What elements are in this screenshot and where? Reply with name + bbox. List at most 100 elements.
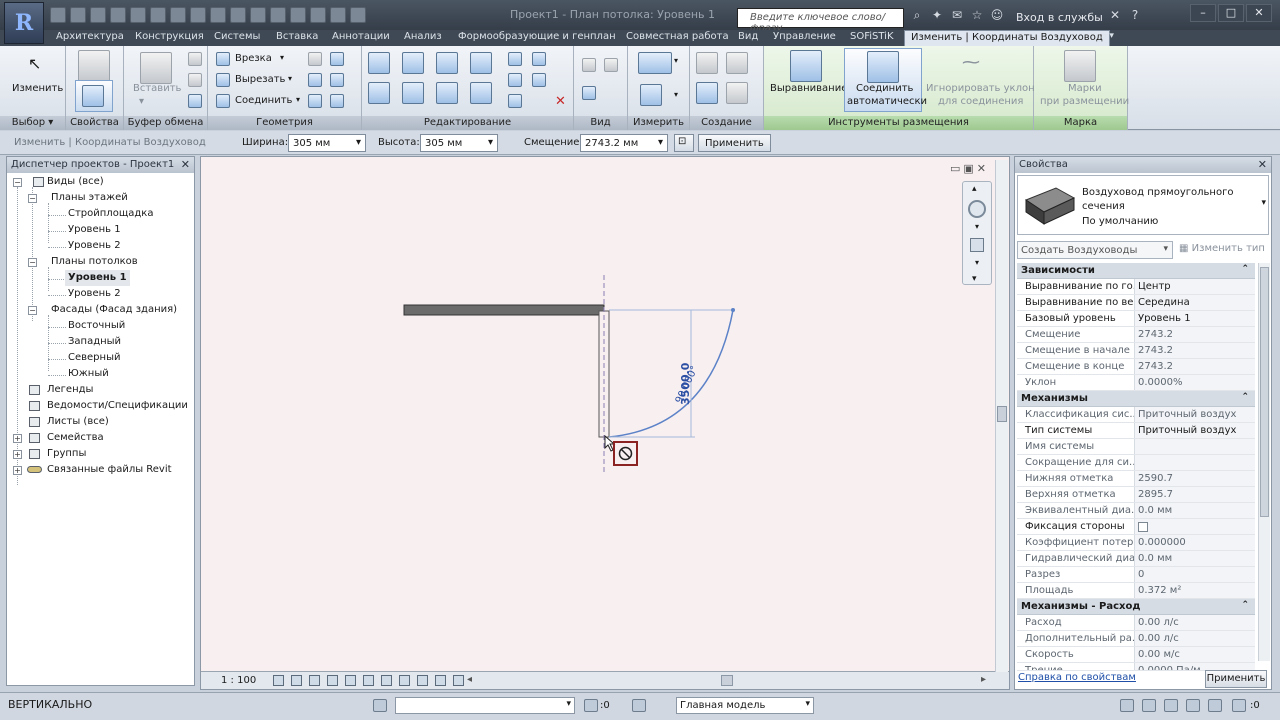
group-constraints[interactable]: Зависимости ⌃ <box>1017 263 1255 279</box>
measure-dropdown-icon[interactable]: ▾ <box>674 56 678 65</box>
measure-distance-icon[interactable] <box>638 52 672 74</box>
join-button[interactable]: Соединить <box>235 95 292 106</box>
type-selector[interactable]: Воздуховод прямоугольного сечения По умо… <box>1017 175 1269 235</box>
user-icon[interactable]: ☺ <box>990 8 1004 22</box>
properties-help-link[interactable]: Справка по свойствам <box>1018 672 1136 683</box>
shadows-icon[interactable] <box>327 675 338 686</box>
tab-collaborate[interactable]: Совместная работа <box>626 31 729 42</box>
create-assembly-icon[interactable] <box>696 52 718 74</box>
autoconnect-button[interactable]: Соединить автоматически <box>844 48 927 112</box>
navbar-down-icon[interactable]: ▾ <box>972 274 977 284</box>
copy-icon[interactable] <box>188 73 202 87</box>
tree-item-east[interactable]: Восточный <box>68 318 125 334</box>
create-similar-icon[interactable] <box>726 82 748 104</box>
tree-item-views[interactable]: Виды (все) <box>47 174 104 190</box>
hscroll-left-icon[interactable]: ◂ <box>467 674 472 685</box>
paste-icon[interactable] <box>140 52 172 84</box>
close-icon[interactable]: ✕ <box>1258 158 1267 171</box>
tree-expander[interactable]: − <box>13 178 22 187</box>
tree-item-sheets[interactable]: Листы (все) <box>47 414 109 430</box>
favorites-icon[interactable]: ☆ <box>970 8 984 22</box>
cope-button[interactable]: Врезка <box>235 53 272 64</box>
app-menu-button[interactable]: R <box>4 2 44 44</box>
qat-dropdown-icon[interactable] <box>350 7 366 23</box>
tab-architecture[interactable]: Архитектура <box>56 31 124 42</box>
communication-icon[interactable]: ✉ <box>950 8 964 22</box>
thin-lines-icon[interactable] <box>290 7 306 23</box>
lock-icon[interactable]: ⊡ <box>674 134 694 152</box>
pin-icon[interactable] <box>508 94 522 108</box>
join-dropdown-icon[interactable]: ▾ <box>296 95 300 104</box>
temporary-hide-icon[interactable] <box>381 675 392 686</box>
vscroll-thumb[interactable] <box>997 406 1007 422</box>
ignore-slope-label-1[interactable]: Игнорировать уклон <box>926 83 1035 94</box>
create-parts-icon[interactable] <box>726 52 748 74</box>
tree-item-west[interactable]: Западный <box>68 334 121 350</box>
property-row[interactable]: Выравнивание по ве... Середина <box>1017 295 1255 311</box>
tag-icon[interactable] <box>210 7 226 23</box>
dimension-icon[interactable] <box>190 7 206 23</box>
properties-toggle-button[interactable] <box>75 80 113 112</box>
properties-apply-button[interactable]: Применить <box>1205 670 1267 688</box>
exchange-icon[interactable]: ✕ <box>1108 8 1122 22</box>
close-hidden-icon[interactable] <box>310 7 326 23</box>
align-icon[interactable] <box>368 52 390 74</box>
tag-label-1[interactable]: Марки <box>1068 83 1102 94</box>
scale-icon[interactable] <box>532 73 546 87</box>
split-element-icon[interactable] <box>508 52 522 66</box>
switch-windows-icon[interactable] <box>330 7 346 23</box>
tree-item-families[interactable]: Семейства <box>47 430 104 446</box>
collapse-icon[interactable]: ⌃ <box>1241 264 1249 274</box>
property-row[interactable]: Тип системы Приточный воздух <box>1017 423 1255 439</box>
steering-dropdown-icon[interactable]: ▾ <box>975 222 979 231</box>
collapse-icon[interactable]: ⌃ <box>1241 392 1249 402</box>
width-combo[interactable]: 305 мм <box>288 134 366 152</box>
mirror-draw-icon[interactable] <box>470 52 492 74</box>
reveal-hidden-icon[interactable] <box>399 675 410 686</box>
tab-annotate[interactable]: Аннотации <box>332 31 390 42</box>
tree-item-floor-plans[interactable]: Планы этажей <box>51 190 128 206</box>
collapse-icon[interactable]: ⌃ <box>1241 600 1249 610</box>
select-by-face-icon[interactable] <box>1186 699 1200 712</box>
analytical-model-icon[interactable] <box>435 675 446 686</box>
show-crop-icon[interactable] <box>363 675 374 686</box>
hammer-icon[interactable] <box>330 94 344 108</box>
copy-element-icon[interactable] <box>402 82 424 104</box>
dimension-dropdown-icon[interactable]: ▾ <box>674 90 678 99</box>
tab-view[interactable]: Вид <box>738 31 758 42</box>
tree-item-schedules[interactable]: Ведомости/Спецификации <box>47 398 188 414</box>
match-type-icon[interactable] <box>188 94 202 108</box>
worksharing-display-icon[interactable] <box>417 675 428 686</box>
tree-item-ceiling-plans[interactable]: Планы потолков <box>51 254 138 270</box>
split-face-icon[interactable] <box>330 52 344 66</box>
filter-icon[interactable] <box>1232 699 1246 712</box>
panel-select-title[interactable]: Выбор ▾ <box>0 116 65 130</box>
zoom-dropdown-icon[interactable]: ▾ <box>975 258 979 267</box>
view-scale[interactable]: 1 : 100 <box>221 675 256 686</box>
tab-modify-duct[interactable]: Изменить | Координаты Воздуховод <box>904 30 1110 46</box>
options-apply-button[interactable]: Применить <box>698 134 771 152</box>
tree-item-ceiling-level-2[interactable]: Уровень 2 <box>68 286 121 302</box>
cut-geometry-button[interactable]: Вырезать <box>235 74 285 85</box>
open-icon[interactable] <box>50 7 66 23</box>
design-option-combo[interactable]: Главная модель ▾ <box>676 697 814 714</box>
rotate-icon[interactable] <box>436 82 458 104</box>
create-group-icon[interactable] <box>696 82 718 104</box>
move-icon[interactable] <box>368 82 390 104</box>
help-icon[interactable]: ? <box>1128 8 1142 22</box>
tree-item-south[interactable]: Южный <box>68 366 109 382</box>
login-button[interactable]: Вход в службы <box>1016 11 1103 24</box>
tree-item-floor-level-1[interactable]: Уровень 1 <box>68 222 121 238</box>
type-dropdown-icon[interactable]: ▾ <box>1261 198 1266 208</box>
property-row[interactable]: Выравнивание по го... Центр <box>1017 279 1255 295</box>
linework-icon[interactable] <box>582 86 596 100</box>
modify-button[interactable]: Изменить <box>12 83 63 94</box>
select-links-icon[interactable] <box>1120 699 1134 712</box>
pointer-icon[interactable]: ↖ <box>28 54 41 73</box>
tree-item-elevations[interactable]: Фасады (Фасад здания) <box>51 302 177 318</box>
sync-icon[interactable] <box>90 7 106 23</box>
search-icon[interactable]: ⌕ <box>910 8 924 22</box>
sun-path-icon[interactable] <box>309 675 320 686</box>
group-mechanical-flow[interactable]: Механизмы - Расход ⌃ <box>1017 599 1255 615</box>
justification-button[interactable]: Выравнивание <box>770 83 847 94</box>
